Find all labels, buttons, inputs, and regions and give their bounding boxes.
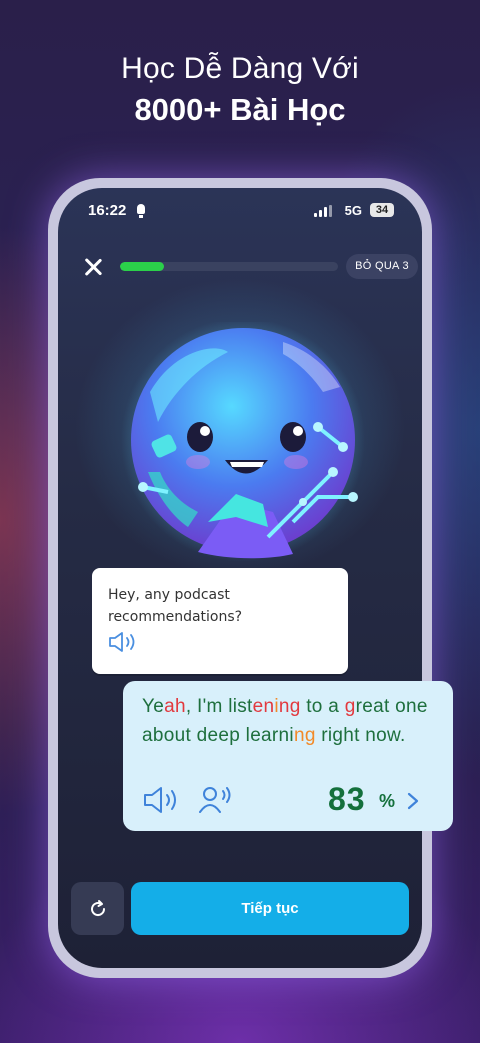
globe-mascot-illustration bbox=[121, 322, 365, 562]
lesson-progress-bar bbox=[120, 262, 338, 271]
headline-line-1: Học Dễ Dàng Với bbox=[121, 52, 359, 85]
reload-icon bbox=[91, 900, 106, 917]
status-bar: 16:22 5G 34 bbox=[88, 202, 394, 222]
answer-text-segment: right now. bbox=[315, 725, 406, 746]
answer-text-segment: ah bbox=[164, 696, 186, 717]
battery-level: 34 bbox=[370, 203, 394, 217]
answer-text-segment: en bbox=[252, 696, 275, 717]
phone-screen: 16:22 5G 34 BỎ QUA 3 Hey, any podcast re… bbox=[58, 188, 422, 968]
progress-fill bbox=[120, 262, 164, 271]
status-time: 16:22 bbox=[88, 202, 127, 219]
answer-text-segment: Ye bbox=[142, 696, 165, 717]
pronunciation-score: 83 bbox=[328, 781, 366, 817]
network-type: 5G bbox=[344, 203, 362, 218]
headline: Học Dễ Dàng Với 8000+ Bài Học bbox=[0, 50, 480, 132]
bulb-icon bbox=[137, 204, 145, 218]
prompt-bubble: Hey, any podcast recommendations? bbox=[92, 568, 348, 674]
signal-icon bbox=[314, 205, 332, 217]
prompt-text: Hey, any podcast recommendations? bbox=[108, 587, 243, 625]
phone-frame: 16:22 5G 34 BỎ QUA 3 Hey, any podcast re… bbox=[48, 178, 432, 978]
reload-button[interactable] bbox=[71, 882, 124, 935]
answer-text-segment: ng bbox=[293, 725, 316, 746]
chevron-right-icon[interactable] bbox=[406, 792, 420, 810]
answer-text-segment: to a bbox=[300, 696, 345, 717]
answer-text-segment: ng bbox=[278, 696, 301, 717]
answer-text-segment: g bbox=[344, 696, 356, 717]
answer-text-segment: , I'm list bbox=[185, 696, 253, 717]
answer-bubble: Yeah, I'm listening to a great one about… bbox=[123, 681, 453, 831]
continue-button[interactable]: Tiếp tục bbox=[131, 882, 409, 935]
speaker-icon[interactable] bbox=[143, 786, 181, 814]
voice-user-icon[interactable] bbox=[199, 786, 233, 814]
close-icon[interactable] bbox=[84, 258, 102, 276]
score-unit: % bbox=[379, 791, 396, 811]
speaker-icon[interactable] bbox=[108, 631, 138, 653]
headline-line-2: 8000+ Bài Học bbox=[134, 92, 346, 127]
answer-text: Yeah, I'm listening to a great one about… bbox=[142, 692, 442, 750]
skip-button[interactable]: BỎ QUA 3 bbox=[346, 254, 418, 279]
